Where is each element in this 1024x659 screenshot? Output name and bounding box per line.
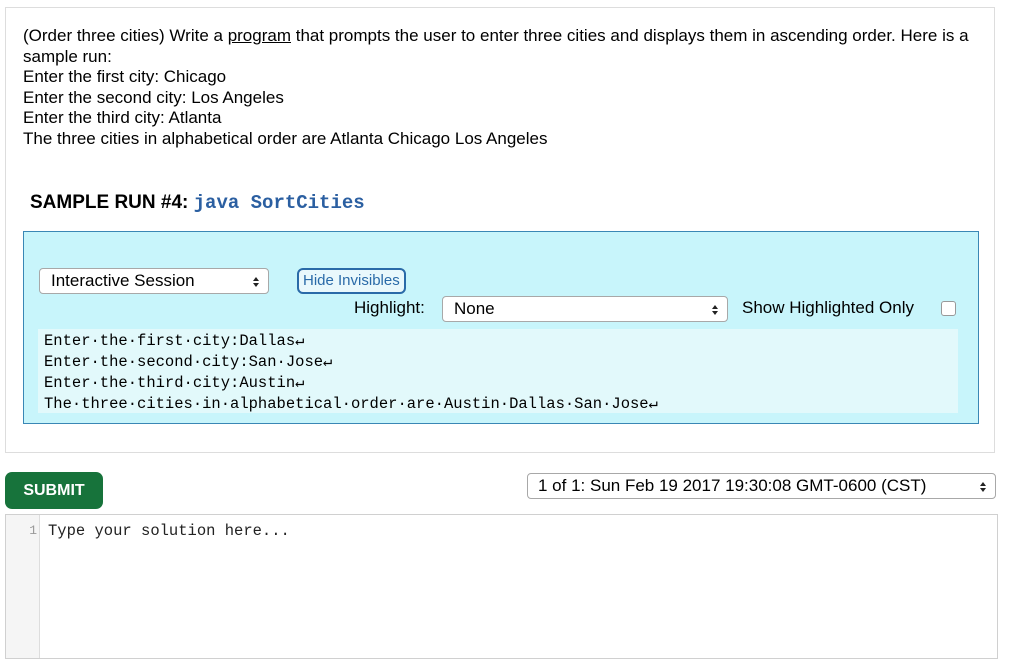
editor-placeholder[interactable]: Type your solution here...: [48, 522, 290, 540]
highlight-label: Highlight:: [354, 298, 425, 317]
highlight-select[interactable]: None: [442, 296, 728, 322]
sample-line: Enter the second city: Los Angeles: [23, 87, 284, 107]
submit-button[interactable]: SUBMIT: [5, 472, 103, 509]
sample-line: Enter the first city: Chicago: [23, 67, 227, 87]
sample-line: The three cities in alphabetical order a…: [23, 128, 548, 148]
output-line: The·three·cities·in·alphabetical·order·a…: [44, 395, 658, 413]
submission-version-value: 1 of 1: Sun Feb 19 2017 19:30:08 GMT-060…: [538, 476, 927, 495]
problem-panel: (Order three cities) Write a program tha…: [5, 7, 995, 453]
sample-run-label: SAMPLE RUN #4:: [30, 192, 189, 213]
problem-intro: (Order three cities) Write a program tha…: [23, 26, 983, 67]
session-mode-select[interactable]: Interactive Session: [39, 268, 269, 294]
updown-chevron-icon: [711, 297, 719, 321]
updown-chevron-icon: [252, 269, 260, 293]
sample-run-command: java SortCities: [193, 192, 365, 214]
code-editor[interactable]: 1 Type your solution here...: [5, 514, 998, 659]
highlight-value: None: [454, 299, 495, 318]
output-line: Enter·the·third·city:Austin↵: [44, 374, 305, 392]
line-number: 1: [29, 523, 37, 538]
sample-line: Enter the third city: Atlanta: [23, 108, 222, 128]
output-line: Enter·the·first·city:Dallas↵: [44, 332, 305, 350]
intro-prefix: (Order three cities) Write a: [23, 26, 228, 45]
updown-chevron-icon: [979, 474, 987, 498]
editor-gutter: 1: [6, 515, 40, 658]
show-highlighted-only-checkbox[interactable]: [941, 301, 956, 316]
sample-run-heading: SAMPLE RUN #4: java SortCities: [30, 192, 365, 214]
submission-version-select[interactable]: 1 of 1: Sun Feb 19 2017 19:30:08 GMT-060…: [527, 473, 996, 499]
session-output: Enter·the·first·city:Dallas↵ Enter·the·s…: [38, 329, 958, 413]
interactive-session-box: Interactive Session Hide Invisibles High…: [23, 231, 979, 424]
program-link[interactable]: program: [228, 26, 291, 45]
show-highlighted-only-label: Show Highlighted Only: [742, 298, 914, 317]
output-line: Enter·the·second·city:San·Jose↵: [44, 353, 333, 371]
problem-description: (Order three cities) Write a program tha…: [23, 26, 983, 150]
session-mode-value: Interactive Session: [51, 271, 195, 290]
hide-invisibles-button[interactable]: Hide Invisibles: [297, 268, 406, 294]
